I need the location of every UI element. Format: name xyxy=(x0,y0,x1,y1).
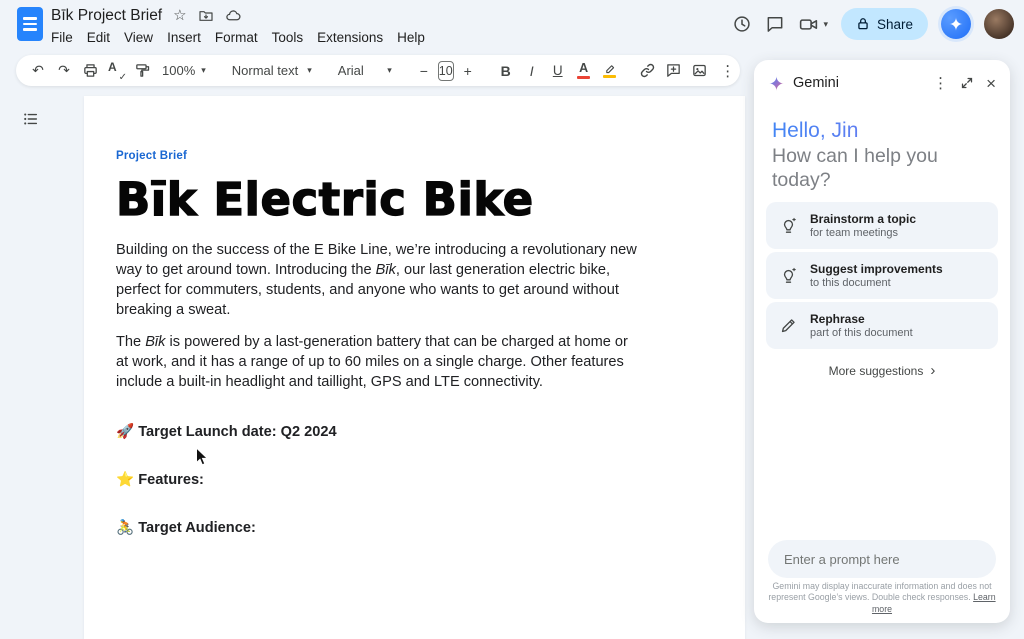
greeting-name: Hello, Jin xyxy=(772,118,992,144)
bold-button[interactable]: B xyxy=(494,59,518,83)
gemini-sparkle-icon xyxy=(948,16,964,32)
expand-panel-icon[interactable] xyxy=(961,77,973,89)
redo-button[interactable]: ↷ xyxy=(52,59,76,83)
paragraph-style-select[interactable]: Normal text ▾ xyxy=(226,59,318,83)
menu-file[interactable]: File xyxy=(44,28,80,47)
lightbulb-icon xyxy=(779,216,798,235)
share-label: Share xyxy=(877,17,913,32)
undo-button[interactable]: ↶ xyxy=(26,59,50,83)
prompt-input[interactable] xyxy=(768,540,996,578)
menu-help[interactable]: Help xyxy=(390,28,432,47)
doc-paragraph-2: The Bīk is powered by a last-generation … xyxy=(116,332,640,392)
highlight-color-button[interactable] xyxy=(598,59,622,83)
underline-button[interactable]: U xyxy=(546,59,570,83)
document-outline-icon[interactable] xyxy=(20,108,42,130)
pen-icon xyxy=(779,316,798,335)
suggestion-title: Suggest improvements xyxy=(810,262,943,276)
suggestion-subtitle: part of this document xyxy=(810,327,913,339)
text-color-button[interactable]: A xyxy=(572,59,596,83)
document-title[interactable]: Bīk Project Brief xyxy=(51,7,162,25)
share-button[interactable]: Share xyxy=(841,8,928,40)
format-toolbar: ↶ ↷ A✓ 100% ▾ Normal text ▾ Arial ▾ − 10… xyxy=(16,55,740,86)
doc-features-line: ⭐ Features: xyxy=(116,470,640,488)
menu-extensions[interactable]: Extensions xyxy=(310,28,390,47)
chevron-down-icon[interactable]: ▾ xyxy=(823,20,828,29)
disclaimer-text: Gemini may display inaccurate informatio… xyxy=(768,581,991,603)
gemini-disclaimer: Gemini may display inaccurate informatio… xyxy=(764,581,1000,616)
suggestion-subtitle: to this document xyxy=(810,277,943,289)
paragraph-style-value: Normal text xyxy=(232,63,298,78)
menu-tools[interactable]: Tools xyxy=(265,28,311,47)
panel-menu-icon[interactable]: ⋮ xyxy=(933,76,948,91)
more-suggestions-label: More suggestions xyxy=(829,364,924,378)
doc-audience-line: 🚴 Target Audience: xyxy=(116,518,640,536)
menu-edit[interactable]: Edit xyxy=(80,28,117,47)
menu-format[interactable]: Format xyxy=(208,28,265,47)
title-area: Bīk Project Brief ☆ File Edit View Inser… xyxy=(51,4,432,47)
greeting-question: How can I help you today? xyxy=(772,144,992,192)
gemini-sparkle-icon xyxy=(768,75,785,92)
suggestion-improvements[interactable]: Suggest improvements to this document xyxy=(766,252,998,299)
lightbulb-icon xyxy=(779,266,798,285)
gemini-panel-title: Gemini xyxy=(793,75,839,91)
gemini-greeting: Hello, Jin How can I help you today? xyxy=(754,106,1010,192)
version-history-icon[interactable] xyxy=(732,14,752,34)
top-bar: Bīk Project Brief ☆ File Edit View Inser… xyxy=(0,0,1024,48)
chevron-down-icon: ▾ xyxy=(387,66,392,75)
font-select[interactable]: Arial ▾ xyxy=(332,59,398,83)
spellcheck-button[interactable]: A✓ xyxy=(104,59,128,83)
increase-font-size-button[interactable]: + xyxy=(456,59,480,83)
meet-camera-icon[interactable]: ▾ xyxy=(798,14,828,35)
add-comment-button[interactable] xyxy=(662,59,686,83)
user-avatar[interactable] xyxy=(984,9,1014,39)
topbar-right: ▾ Share xyxy=(732,8,1014,40)
doc-launch-line: 🚀 Target Launch date: Q2 2024 xyxy=(116,422,640,440)
decrease-font-size-button[interactable]: − xyxy=(412,59,436,83)
font-value: Arial xyxy=(338,63,364,78)
gemini-panel: Gemini ⋮ × Hello, Jin How can I help you… xyxy=(754,60,1010,623)
suggestion-title: Brainstorm a topic xyxy=(810,212,916,226)
menu-insert[interactable]: Insert xyxy=(160,28,208,47)
zoom-value: 100% xyxy=(162,63,195,78)
document-page[interactable]: Project Brief Bīk Electric Bike Building… xyxy=(84,96,745,639)
font-size-input[interactable]: 10 xyxy=(438,61,454,81)
chevron-down-icon: ▾ xyxy=(201,66,206,75)
suggestion-subtitle: for team meetings xyxy=(810,227,916,239)
italic-button[interactable]: I xyxy=(520,59,544,83)
chevron-right-icon: › xyxy=(930,363,935,378)
suggestion-brainstorm[interactable]: Brainstorm a topic for team meetings xyxy=(766,202,998,249)
suggestion-rephrase[interactable]: Rephrase part of this document xyxy=(766,302,998,349)
zoom-select[interactable]: 100% ▾ xyxy=(156,59,212,83)
gemini-button[interactable] xyxy=(941,9,971,39)
suggestion-title: Rephrase xyxy=(810,312,913,326)
gemini-panel-header: Gemini ⋮ × xyxy=(754,60,1010,106)
doc-heading: Bīk Electric Bike xyxy=(116,175,640,225)
chevron-down-icon: ▾ xyxy=(307,66,312,75)
insert-link-button[interactable] xyxy=(636,59,660,83)
toolbar-overflow-button[interactable]: ⋮ xyxy=(716,59,740,83)
move-folder-icon[interactable] xyxy=(198,8,214,24)
doc-eyebrow: Project Brief xyxy=(116,150,640,162)
menu-bar: File Edit View Insert Format Tools Exten… xyxy=(44,28,432,47)
suggestion-cards: Brainstorm a topic for team meetings Sug… xyxy=(766,202,998,349)
docs-logo[interactable] xyxy=(17,7,43,41)
doc-paragraph-1: Building on the success of the E Bike Li… xyxy=(116,240,640,320)
insert-image-button[interactable] xyxy=(688,59,712,83)
star-icon[interactable]: ☆ xyxy=(173,8,186,23)
close-icon[interactable]: × xyxy=(986,75,996,92)
menu-view[interactable]: View xyxy=(117,28,160,47)
cloud-status-icon[interactable] xyxy=(225,7,242,24)
comments-icon[interactable] xyxy=(765,14,785,34)
print-button[interactable] xyxy=(78,59,102,83)
share-lock-icon xyxy=(856,17,870,31)
more-suggestions-link[interactable]: More suggestions › xyxy=(754,363,1010,378)
paint-format-button[interactable] xyxy=(130,59,154,83)
